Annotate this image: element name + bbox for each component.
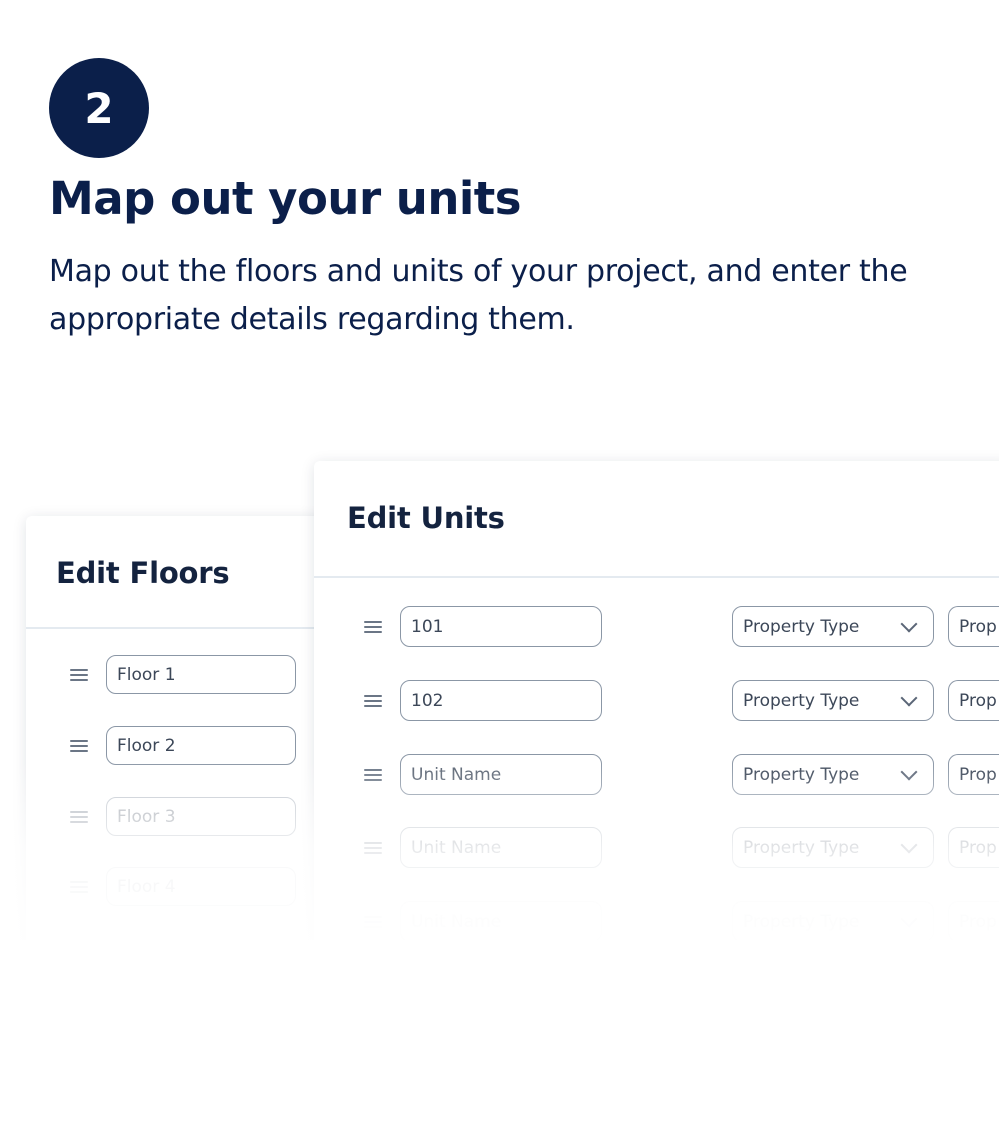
chevron-down-icon	[900, 615, 918, 632]
edit-floors-card: Edit Floors Floor 1 Floor 2 Floor 3 Floo…	[26, 516, 326, 956]
chevron-down-icon	[900, 763, 918, 780]
drag-handle-icon[interactable]	[70, 880, 88, 893]
unit-name-input[interactable]: Unit Name	[400, 754, 602, 795]
edit-floors-title: Edit Floors	[56, 556, 230, 590]
property-type-label: Property Type	[743, 690, 860, 711]
property-type-select[interactable]: Property Type	[732, 901, 934, 942]
step-number: 2	[84, 83, 114, 133]
unit-name-input[interactable]: 102	[400, 680, 602, 721]
edit-units-card: Edit Units 101 Property Type Prop 102 Pr…	[314, 461, 999, 956]
unit-row: Unit Name Property Type Prop	[314, 827, 999, 868]
drag-handle-icon[interactable]	[364, 694, 382, 707]
divider	[314, 576, 999, 578]
property-field[interactable]: Prop	[948, 606, 999, 647]
section-headline: Map out your units	[49, 172, 522, 225]
property-type-select[interactable]: Property Type	[732, 606, 934, 647]
chevron-down-icon	[900, 689, 918, 706]
bottom-whitespace	[0, 940, 999, 1136]
property-type-label: Property Type	[743, 616, 860, 637]
floor-row: Floor 1	[26, 655, 296, 694]
drag-handle-icon[interactable]	[364, 915, 382, 928]
floor-row: Floor 2	[26, 726, 296, 765]
chevron-down-icon	[900, 910, 918, 927]
unit-name-input[interactable]: Unit Name	[400, 901, 602, 942]
unit-row: Unit Name Property Type Prop	[314, 901, 999, 942]
property-field[interactable]: Prop	[948, 754, 999, 795]
drag-handle-icon[interactable]	[364, 768, 382, 781]
property-type-select[interactable]: Property Type	[732, 754, 934, 795]
floor-name-input[interactable]: Floor 4	[106, 867, 296, 906]
floor-name-input[interactable]: Floor 3	[106, 797, 296, 836]
floor-name-input[interactable]: Floor 1	[106, 655, 296, 694]
property-type-label: Property Type	[743, 764, 860, 785]
property-field[interactable]: Prop	[948, 680, 999, 721]
unit-row: 101 Property Type Prop	[314, 606, 999, 647]
property-field[interactable]: Prop	[948, 827, 999, 868]
floor-row: Floor 4	[26, 867, 296, 906]
floor-name-input[interactable]: Floor 2	[106, 726, 296, 765]
unit-name-input[interactable]: 101	[400, 606, 602, 647]
chevron-down-icon	[900, 836, 918, 853]
property-type-select[interactable]: Property Type	[732, 680, 934, 721]
property-type-label: Property Type	[743, 911, 860, 932]
drag-handle-icon[interactable]	[70, 810, 88, 823]
drag-handle-icon[interactable]	[364, 620, 382, 633]
edit-units-title: Edit Units	[347, 501, 505, 535]
floor-row: Floor 3	[26, 797, 296, 836]
unit-name-input[interactable]: Unit Name	[400, 827, 602, 868]
property-type-label: Property Type	[743, 837, 860, 858]
drag-handle-icon[interactable]	[70, 668, 88, 681]
drag-handle-icon[interactable]	[70, 739, 88, 752]
property-field[interactable]: Prop	[948, 901, 999, 942]
divider	[26, 627, 326, 629]
unit-row: Unit Name Property Type Prop	[314, 754, 999, 795]
drag-handle-icon[interactable]	[364, 841, 382, 854]
step-number-badge: 2	[49, 58, 149, 158]
section-description: Map out the floors and units of your pro…	[49, 254, 908, 337]
unit-row: 102 Property Type Prop	[314, 680, 999, 721]
property-type-select[interactable]: Property Type	[732, 827, 934, 868]
